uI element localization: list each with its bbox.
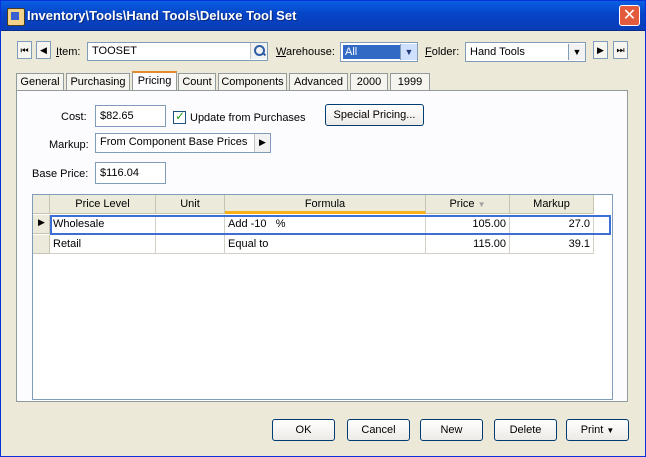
table-row-retail-price[interactable]: 115.00 [426, 235, 510, 254]
chevron-down-icon[interactable]: ▼ [568, 44, 585, 60]
update-from-purchases-checkbox[interactable] [173, 109, 186, 124]
table-row-retail-formula[interactable]: Equal to [225, 235, 426, 254]
current-row-icon: ▶ [38, 217, 45, 227]
print-button[interactable]: Print ▼ [566, 419, 629, 441]
tab-components[interactable]: Components [218, 73, 287, 91]
tab-general[interactable]: General [16, 73, 64, 91]
col-price-level[interactable]: Price Level [50, 195, 156, 214]
markup-field[interactable]: From Component Base Prices ▶ [95, 133, 271, 153]
next-icon: ▶ [597, 45, 604, 55]
col-price[interactable]: Price ▼ [426, 195, 510, 214]
markup-arrow-icon[interactable]: ▶ [254, 134, 270, 152]
close-button[interactable]: ✕ [619, 5, 640, 26]
last-record-button[interactable]: ⏭ [613, 41, 628, 59]
inventory-window: Inventory\Tools\Hand Tools\Deluxe Tool S… [0, 0, 646, 457]
update-from-purchases-label: Update from Purchases [190, 112, 306, 124]
cost-field[interactable]: $82.65 [95, 105, 166, 127]
tab-1999[interactable]: 1999 [390, 73, 430, 91]
table-row-wholesale-level[interactable]: Wholesale [50, 215, 156, 234]
first-icon: ⏮ [20, 45, 29, 55]
ok-button[interactable]: OK [272, 419, 335, 441]
previous-record-button[interactable]: ◀ [36, 41, 51, 59]
item-label: Item: [56, 46, 81, 58]
table-row-retail-level[interactable]: Retail [50, 235, 156, 254]
sort-down-icon: ▼ [477, 200, 486, 209]
base-price-label: Base Price: [32, 168, 89, 180]
first-record-button[interactable]: ⏮ [17, 41, 32, 59]
tab-count[interactable]: Count [178, 73, 216, 91]
cost-label: Cost: [61, 111, 87, 123]
folder-label: Folder: [425, 46, 460, 58]
special-pricing-button[interactable]: Special Pricing... [325, 104, 424, 126]
col-unit[interactable]: Unit [156, 195, 225, 214]
row-selector-current[interactable]: ▶ [33, 215, 50, 234]
new-button[interactable]: New [420, 419, 483, 441]
table-row-wholesale-formula[interactable]: Add -10 % [225, 215, 426, 234]
folder-select[interactable]: Hand Tools ▼ [465, 42, 586, 62]
row-selector[interactable] [33, 235, 50, 254]
tab-advanced[interactable]: Advanced [289, 73, 348, 91]
previous-icon: ◀ [40, 45, 47, 55]
markup-value: From Component Base Prices [100, 136, 248, 148]
delete-button[interactable]: Delete [494, 419, 557, 441]
price-levels-grid[interactable]: Price Level Unit Formula Price ▼ Markup … [32, 194, 613, 400]
dropdown-arrow-icon: ▼ [606, 426, 615, 435]
cancel-button[interactable]: Cancel [347, 419, 410, 441]
col-markup[interactable]: Markup [510, 195, 594, 214]
tab-purchasing[interactable]: Purchasing [66, 73, 130, 91]
table-row-wholesale-unit[interactable] [156, 215, 225, 234]
table-row-retail-markup[interactable]: 39.1 [510, 235, 594, 254]
table-row-retail-unit[interactable] [156, 235, 225, 254]
warehouse-label: Warehouse: [276, 46, 335, 58]
last-icon: ⏭ [616, 45, 625, 55]
folder-value: Hand Tools [470, 46, 525, 58]
chevron-down-icon[interactable]: ▼ [400, 44, 417, 60]
table-row-wholesale-markup[interactable]: 27.0 [510, 215, 594, 234]
window-title: Inventory\Tools\Hand Tools\Deluxe Tool S… [27, 8, 297, 23]
app-icon [7, 8, 25, 26]
markup-label: Markup: [49, 139, 89, 151]
item-input[interactable]: TOOSET [87, 42, 268, 61]
warehouse-select[interactable]: All ▼ [340, 42, 418, 62]
base-price-field[interactable]: $116.04 [95, 162, 166, 184]
table-row-wholesale-price[interactable]: 105.00 [426, 215, 510, 234]
search-icon[interactable] [250, 43, 267, 59]
title-bar[interactable]: Inventory\Tools\Hand Tools\Deluxe Tool S… [1, 1, 645, 31]
next-record-button[interactable]: ▶ [593, 41, 608, 59]
grid-corner [33, 195, 50, 214]
col-formula[interactable]: Formula [225, 195, 426, 214]
tab-2000[interactable]: 2000 [350, 73, 388, 91]
warehouse-value: All [343, 45, 400, 59]
tab-pricing[interactable]: Pricing [132, 71, 177, 92]
